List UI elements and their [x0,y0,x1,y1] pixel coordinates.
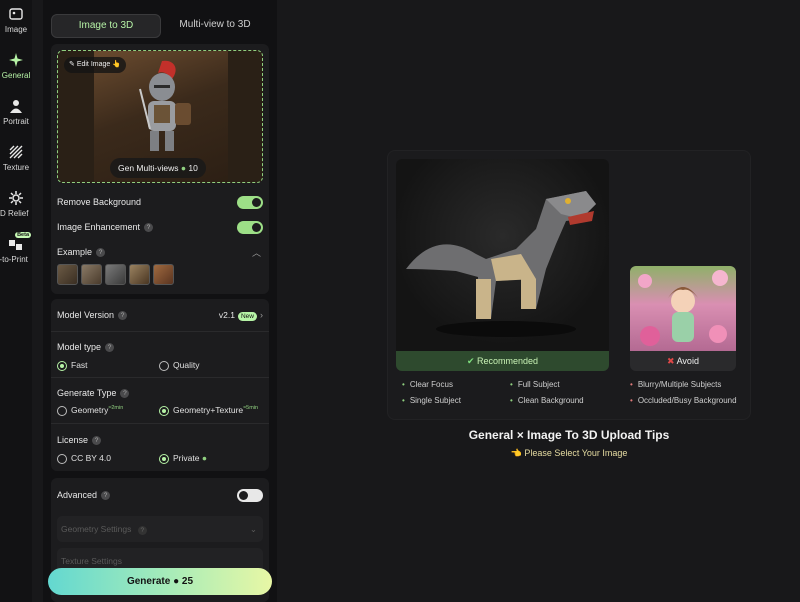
image-upload-area[interactable]: ✎ Edit Image 👆 Gen Multi-views ● 10 [57,50,263,183]
license-private[interactable]: Private ● [159,453,207,464]
example-thumbnails [57,264,174,285]
texture-icon [9,145,23,159]
radio-selected[interactable] [57,360,67,371]
model-version-row[interactable]: Model Version ? v2.1 New › [57,307,263,323]
avoid-example-image [630,266,736,351]
sparkle-icon [9,53,23,67]
rail-item-image[interactable]: Image [0,6,32,34]
remove-background-toggle[interactable] [237,195,263,209]
generate-type-geometry[interactable]: Geometry≈2min [57,405,123,416]
image-enhancement-toggle[interactable] [237,220,263,234]
dinosaur-figure [406,191,596,337]
rail-item-kit-to-print[interactable]: Beta Kit-to-Print [0,232,32,264]
model-type-row: Model type ? [57,339,263,355]
credit-icon: ● [201,453,207,463]
image-enhancement-row: Image Enhancement ? [57,219,263,235]
knight-figure [139,60,191,151]
chevron-right-icon: › [260,310,263,320]
edit-image-button[interactable]: ✎ Edit Image 👆 [64,57,126,73]
select-image-prompt[interactable]: 👈 Please Select Your Image [387,448,751,459]
help-icon[interactable]: ? [118,310,128,320]
upload-tips-card: ✔ Recommended ✖ Avoid Clear Focus Full S… [387,150,751,420]
help-icon: ? [137,526,147,535]
rail-item-general[interactable]: General [0,52,32,80]
example-thumb[interactable] [153,264,174,285]
recommended-example-image [396,159,609,351]
rail-item-portrait[interactable]: Portrait [0,98,32,126]
chevron-up-icon[interactable]: ︿ [252,246,261,259]
example-thumb[interactable] [129,264,150,285]
busy-flowers-figure [638,270,728,346]
generate-type-geometry-texture[interactable]: Geometry+Texture≈5min [159,405,258,416]
tip-good: Clean Background [510,396,584,405]
radio[interactable] [159,360,169,371]
license-row: License ? [57,432,263,448]
radio-selected[interactable] [159,405,169,416]
help-icon[interactable]: ? [96,247,106,257]
portrait-icon [10,100,22,113]
settings-panel: Image to 3D Multi-view to 3D ✎ Edit Imag… [43,0,277,602]
tab-multiview-to-3d[interactable]: Multi-view to 3D [161,14,269,38]
rail-item-texture[interactable]: Texture [0,144,32,172]
example-thumb[interactable] [105,264,126,285]
advanced-row: Advanced ? [57,487,263,503]
credit-icon: ● [180,163,186,173]
radio[interactable] [57,453,67,464]
rail-item-relief[interactable]: 3D Relief [0,190,32,218]
remove-background-row: Remove Background [57,194,263,210]
upload-card: ✎ Edit Image 👆 Gen Multi-views ● 10 Remo… [51,44,269,294]
tip-bad: Occluded/Busy Background [630,396,737,405]
pointing-hand-icon: 👈 [510,448,522,458]
generate-button[interactable]: Generate ● 25 [48,568,272,595]
license-cc[interactable]: CC BY 4.0 [57,453,111,464]
tab-image-to-3d[interactable]: Image to 3D [51,14,161,38]
tip-good: Full Subject [510,380,560,389]
tip-bad: Blurry/Multiple Subjects [630,380,722,389]
tip-good: Clear Focus [402,380,453,389]
help-icon[interactable]: ? [105,342,115,352]
recommended-label: ✔ Recommended [396,351,609,371]
radio-selected[interactable] [159,453,169,464]
avoid-label: ✖ Avoid [630,351,736,371]
generate-type-row: Generate Type ? [57,385,263,401]
beta-badge: Beta [15,232,31,238]
upload-tips-title: General × Image To 3D Upload Tips [468,428,670,442]
example-thumb[interactable] [57,264,78,285]
example-row: Example ? ︿ [57,246,261,259]
kit-icon [9,240,22,250]
chevron-down-icon: ⌄ [249,524,257,534]
advanced-toggle[interactable] [237,488,263,502]
divider [51,423,269,424]
divider [51,331,269,332]
tip-good: Single Subject [402,396,461,405]
mode-tabs: Image to 3D Multi-view to 3D [51,14,269,38]
help-icon[interactable]: ? [120,388,130,398]
side-rail: Image General Portrait Texture 3D Relief… [0,0,32,602]
x-circle-icon: ✖ [667,356,675,366]
help-icon[interactable]: ? [144,222,154,232]
geometry-settings-dropdown[interactable]: Geometry Settings ? ⌄ [57,516,263,542]
model-type-quality[interactable]: Quality [159,360,199,371]
image-icon [9,8,23,20]
radio[interactable] [57,405,67,416]
model-card: Model Version ? v2.1 New › Model type ? F… [51,299,269,471]
check-icon: ✔ [466,356,475,366]
help-icon[interactable]: ? [92,435,102,445]
divider [51,377,269,378]
gen-multiviews-button[interactable]: Gen Multi-views ● 10 [110,158,206,178]
credit-icon: ● [173,576,180,587]
model-type-fast[interactable]: Fast [57,360,88,371]
new-badge: New [237,311,257,321]
example-thumb[interactable] [81,264,102,285]
help-icon[interactable]: ? [101,490,111,500]
relief-icon [9,191,23,205]
